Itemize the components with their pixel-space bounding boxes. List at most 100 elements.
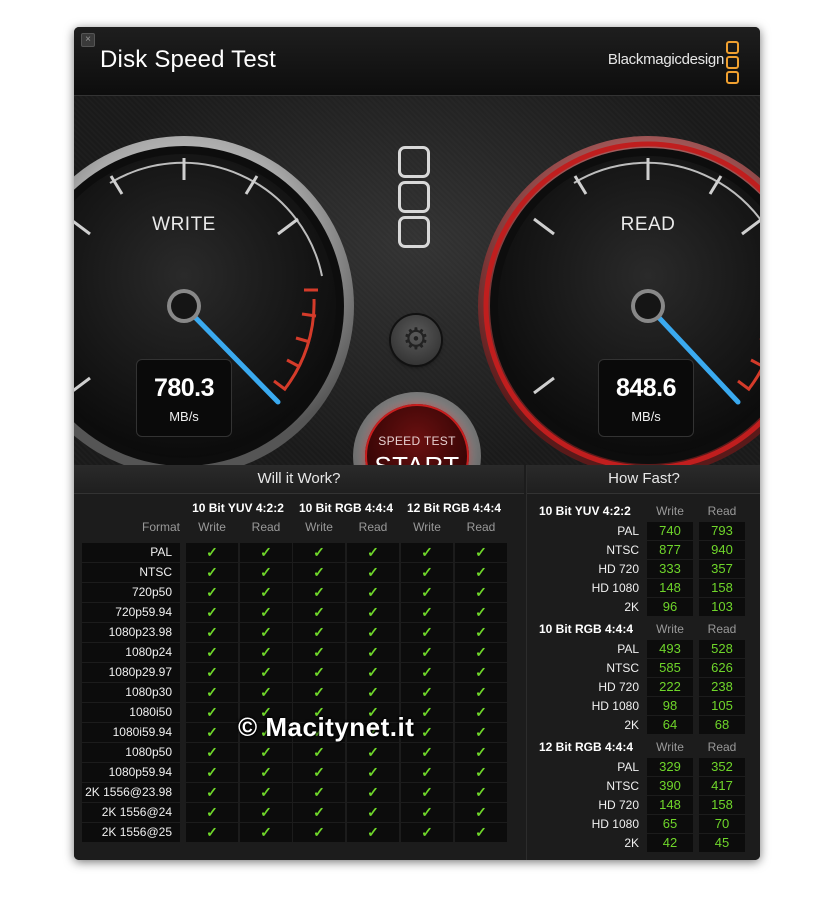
read-speed-value: 352 xyxy=(699,758,745,776)
checkmark-icon: ✓ xyxy=(240,803,292,822)
will-it-work-panel: Will it Work? Format 10 Bit YUV 4:2:2 Writ… xyxy=(74,465,524,860)
read-speed-value: 158 xyxy=(699,579,745,597)
how-fast-row: HD 1080 148 158 xyxy=(527,579,760,598)
settings-gear-button[interactable]: ⚙ xyxy=(391,315,441,365)
resolution-name: HD 1080 xyxy=(591,581,639,595)
checkmark-icon: ✓ xyxy=(455,803,507,822)
checkmark-icon: ✓ xyxy=(293,783,345,802)
checkmark-icon: ✓ xyxy=(186,703,238,722)
checkmark-icon: ✓ xyxy=(347,603,399,622)
checkmark-icon: ✓ xyxy=(240,543,292,562)
write-column-header: Write xyxy=(656,740,684,754)
checkmark-icon: ✓ xyxy=(455,723,507,742)
how-fast-group-header: 10 Bit YUV 4:2:2 Write Read xyxy=(527,502,760,521)
write-speed-value: 740 xyxy=(647,522,693,540)
checkmark-icon: ✓ xyxy=(347,783,399,802)
resolution-name: PAL xyxy=(617,524,639,538)
checkmark-icon: ✓ xyxy=(455,623,507,642)
write-speed-value: 148 xyxy=(647,796,693,814)
write-speed-value: 65 xyxy=(647,815,693,833)
read-column-header: Read xyxy=(466,520,496,534)
how-fast-group-header: 10 Bit RGB 4:4:4 Write Read xyxy=(527,620,760,639)
resolution-name: HD 1080 xyxy=(591,699,639,713)
checkmark-icon: ✓ xyxy=(240,663,292,682)
checkmark-icon: ✓ xyxy=(186,683,238,702)
checkmark-icon: ✓ xyxy=(240,583,292,602)
table-row: 1080p50 ✓ ✓ ✓ ✓ ✓ ✓ xyxy=(82,743,510,762)
format-name: 1080p50 xyxy=(82,743,180,762)
format-name: PAL xyxy=(82,543,180,562)
resolution-name: 2K xyxy=(624,836,639,850)
table-row: PAL ✓ ✓ ✓ ✓ ✓ ✓ xyxy=(82,543,510,562)
checkmark-icon: ✓ xyxy=(401,763,453,782)
start-button-caption: SPEED TEST xyxy=(378,434,456,448)
read-column-header: Read xyxy=(707,504,737,518)
checkmark-icon: ✓ xyxy=(455,663,507,682)
read-speed-value: 70 xyxy=(699,815,745,833)
group-title: 12 Bit RGB 4:4:4 xyxy=(539,740,634,754)
how-fast-row: 2K 42 45 xyxy=(527,834,760,853)
format-name: 2K 1556@24 xyxy=(82,803,180,822)
checkmark-icon: ✓ xyxy=(347,623,399,642)
checkmark-icon: ✓ xyxy=(347,563,399,582)
blackmagic-logo-icon xyxy=(726,41,739,84)
read-column-header: Read xyxy=(251,520,281,534)
write-column-header: Write xyxy=(305,520,333,534)
title-bar: × Disk Speed Test Blackmagicdesign xyxy=(74,27,760,96)
write-speed-value: 42 xyxy=(647,834,693,852)
how-fast-row: HD 720 222 238 xyxy=(527,678,760,697)
read-speed-value: 940 xyxy=(699,541,745,559)
checkmark-icon: ✓ xyxy=(455,763,507,782)
format-name: 1080i50 xyxy=(82,703,180,722)
checkmark-icon: ✓ xyxy=(293,823,345,842)
table-row: 1080p23.98 ✓ ✓ ✓ ✓ ✓ ✓ xyxy=(82,623,510,642)
resolution-name: HD 720 xyxy=(598,562,639,576)
group-title: 10 Bit YUV 4:2:2 xyxy=(539,504,631,518)
checkmark-icon: ✓ xyxy=(347,803,399,822)
how-fast-group-header: 12 Bit RGB 4:4:4 Write Read xyxy=(527,738,760,757)
format-name: 720p50 xyxy=(82,583,180,602)
write-column-header: Write xyxy=(656,504,684,518)
checkmark-icon: ✓ xyxy=(240,823,292,842)
checkmark-icon: ✓ xyxy=(401,583,453,602)
format-name: 1080p29.97 xyxy=(82,663,180,682)
read-unit: MB/s xyxy=(631,409,661,424)
checkmark-icon: ✓ xyxy=(186,763,238,782)
resolution-name: 2K xyxy=(624,600,639,614)
checkmark-icon: ✓ xyxy=(455,743,507,762)
close-button[interactable]: × xyxy=(81,33,95,47)
write-readout: 780.3 MB/s xyxy=(136,359,232,437)
write-unit: MB/s xyxy=(169,409,199,424)
format-name: 1080p23.98 xyxy=(82,623,180,642)
checkmark-icon: ✓ xyxy=(186,563,238,582)
how-fast-row: HD 1080 98 105 xyxy=(527,697,760,716)
resolution-name: HD 720 xyxy=(598,680,639,694)
how-fast-row: HD 1080 65 70 xyxy=(527,815,760,834)
checkmark-icon: ✓ xyxy=(401,783,453,802)
read-speed-value: 68 xyxy=(699,716,745,734)
checkmark-icon: ✓ xyxy=(186,803,238,822)
app-title: Disk Speed Test xyxy=(100,46,276,73)
checkmark-icon: ✓ xyxy=(455,823,507,842)
how-fast-header: How Fast? xyxy=(527,465,760,494)
read-speed-value: 238 xyxy=(699,678,745,696)
will-it-work-header: Will it Work? xyxy=(74,465,524,494)
checkmark-icon: ✓ xyxy=(347,683,399,702)
checkmark-icon: ✓ xyxy=(293,643,345,662)
write-column-header: Write xyxy=(656,622,684,636)
write-speed-value: 98 xyxy=(647,697,693,715)
write-speed-value: 390 xyxy=(647,777,693,795)
format-name: 1080p24 xyxy=(82,643,180,662)
format-column-header: Format xyxy=(141,520,180,534)
read-column-header: Read xyxy=(707,622,737,636)
checkmark-icon: ✓ xyxy=(455,783,507,802)
checkmark-icon: ✓ xyxy=(186,723,238,742)
write-speed-value: 585 xyxy=(647,659,693,677)
read-value: 848.6 xyxy=(615,374,677,402)
resolution-name: HD 720 xyxy=(598,798,639,812)
resolution-name: NTSC xyxy=(606,661,639,675)
write-speed-value: 148 xyxy=(647,579,693,597)
checkmark-icon: ✓ xyxy=(455,543,507,562)
read-speed-value: 626 xyxy=(699,659,745,677)
checkmark-icon: ✓ xyxy=(240,643,292,662)
